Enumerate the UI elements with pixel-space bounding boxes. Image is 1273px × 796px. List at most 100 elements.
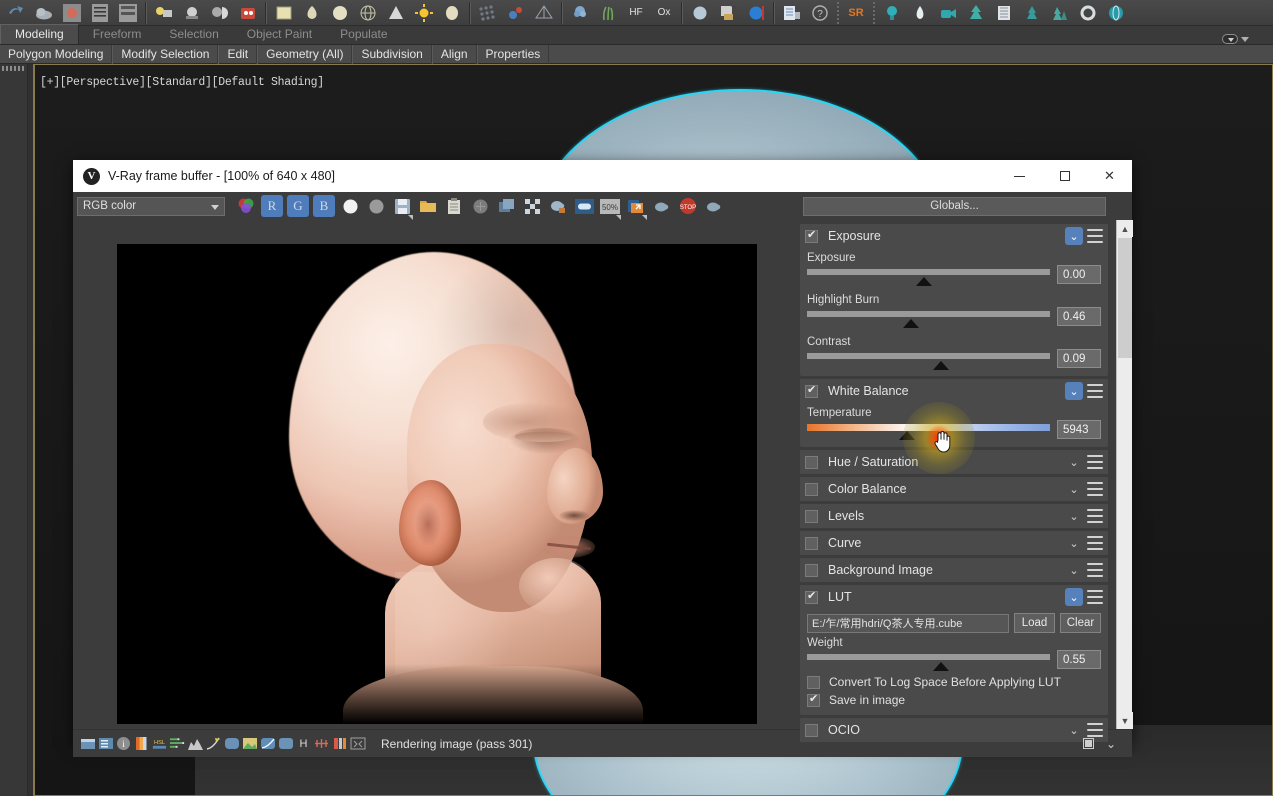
section-curve-header[interactable]: Curve ⌄ (800, 531, 1108, 555)
forest-icon[interactable] (1047, 1, 1073, 25)
grid-toggle-icon[interactable] (349, 735, 366, 752)
section-levels-checkbox[interactable] (805, 509, 818, 523)
section-hue-saturation-menu-icon[interactable] (1087, 455, 1103, 469)
ox-icon[interactable]: Ox (651, 1, 677, 25)
dome-light-icon[interactable] (439, 1, 465, 25)
section-background-image-header[interactable]: Background Image ⌄ (800, 558, 1108, 582)
building-icon[interactable] (991, 1, 1017, 25)
h-icon[interactable]: H (295, 735, 312, 752)
panel-toggle-icon[interactable] (1082, 738, 1094, 749)
undo-icon[interactable] (3, 1, 29, 25)
section-ocio-checkbox[interactable] (805, 723, 818, 737)
pixel-aspect-icon[interactable] (573, 195, 595, 217)
globe-icon[interactable] (1103, 1, 1129, 25)
list-icon[interactable] (87, 1, 113, 25)
ocio-icon[interactable] (277, 735, 294, 752)
sphere-icon[interactable] (327, 1, 353, 25)
projector-icon[interactable] (935, 1, 961, 25)
ribbon-tab-selection[interactable]: Selection (155, 25, 232, 44)
save-image-icon[interactable] (391, 195, 413, 220)
stop-render-icon[interactable]: STOP (677, 195, 699, 217)
section-white-balance-collapse-icon[interactable]: ⌄ (1065, 382, 1083, 400)
slider-temperature-track[interactable] (807, 424, 1050, 440)
slider-highlight-burn[interactable]: Highlight Burn 0.46 (807, 294, 1101, 328)
render-iterative-icon[interactable] (235, 1, 261, 25)
section-background-image-menu-icon[interactable] (1087, 563, 1103, 577)
subitem-polygon-modeling[interactable]: Polygon Modeling (0, 44, 113, 64)
section-curve-checkbox[interactable] (805, 536, 818, 550)
vfb-title-bar[interactable]: V V-Ray frame buffer - [100% of 640 x 48… (73, 160, 1132, 192)
sr-icon[interactable]: SR (843, 1, 869, 25)
lut-clear-button[interactable]: Clear (1060, 613, 1101, 633)
section-exposure-menu-icon[interactable] (1087, 229, 1103, 243)
red-channel-button[interactable]: R (261, 195, 283, 217)
clipboard-icon[interactable] (443, 195, 465, 217)
section-ocio[interactable]: OCIO ⌄ (800, 718, 1108, 742)
section-color-balance-header[interactable]: Color Balance ⌄ (800, 477, 1108, 501)
section-curve-expand-icon[interactable]: ⌄ (1065, 534, 1083, 552)
slider-temperature-thumb[interactable] (898, 431, 915, 440)
section-lut-menu-icon[interactable] (1087, 590, 1103, 604)
levels-icon[interactable] (169, 735, 186, 752)
rendered-image[interactable] (117, 244, 757, 724)
section-background-image-checkbox[interactable] (805, 563, 818, 577)
background-icon[interactable] (241, 735, 258, 752)
render-setup-icon[interactable] (151, 1, 177, 25)
close-button[interactable]: ✕ (1087, 160, 1132, 192)
scroll-up-arrow-icon[interactable]: ▲ (1117, 220, 1133, 237)
plane-icon[interactable] (271, 1, 297, 25)
lut-load-button[interactable]: Load (1014, 613, 1055, 633)
ribbon-options-dropdown[interactable] (1222, 34, 1249, 44)
teapot-continue-icon[interactable] (703, 195, 725, 217)
ribbon-tab-bar[interactable]: Modeling Freeform Selection Object Paint… (0, 24, 1273, 45)
section-hue-saturation-expand-icon[interactable]: ⌄ (1065, 453, 1083, 471)
window-controls[interactable]: ✕ (997, 160, 1132, 192)
lut-convert-log-row[interactable]: Convert To Log Space Before Applying LUT (807, 675, 1101, 689)
section-hue-saturation-checkbox[interactable] (805, 455, 818, 469)
section-exposure-checkbox[interactable] (805, 228, 818, 243)
lut-save-in-image-row[interactable]: Save in image (807, 692, 1101, 707)
slider-lut-weight-value[interactable]: 0.55 (1057, 650, 1101, 669)
section-white-balance-checkbox[interactable] (805, 383, 818, 398)
slider-exposure-track[interactable] (807, 269, 1050, 286)
section-curve-menu-icon[interactable] (1087, 536, 1103, 550)
color-channels-icon[interactable] (235, 195, 257, 217)
panel-scrollbar[interactable]: ▲ ▼ (1116, 220, 1133, 729)
section-ocio-header[interactable]: OCIO ⌄ (800, 718, 1108, 742)
section-white-balance[interactable]: White Balance ⌄ Temperature (800, 379, 1108, 474)
rail-grip-handle[interactable] (2, 66, 26, 71)
render-frame-icon[interactable] (179, 1, 205, 25)
hsl-icon[interactable]: HSL (151, 735, 168, 752)
slider-temperature[interactable]: Temperature 5943 (807, 402, 1101, 474)
section-hue-saturation[interactable]: Hue / Saturation ⌄ (800, 450, 1108, 474)
history-icon[interactable] (97, 735, 114, 752)
section-ocio-expand-icon[interactable]: ⌄ (1065, 721, 1083, 739)
render-image-area[interactable] (73, 220, 796, 729)
slider-lut-weight[interactable]: Weight 0.55 (807, 637, 1101, 671)
minimize-button[interactable] (997, 160, 1042, 192)
bars-icon[interactable] (331, 735, 348, 752)
info-icon[interactable]: i (115, 735, 132, 752)
lut-convert-log-checkbox[interactable] (807, 675, 820, 689)
section-background-image[interactable]: Background Image ⌄ (800, 558, 1108, 582)
section-lut-checkbox[interactable] (805, 589, 818, 604)
max-main-toolbar[interactable]: HF Ox ? SR (0, 0, 1273, 26)
subitem-modify-selection[interactable]: Modify Selection (112, 44, 219, 64)
channel-select-dropdown[interactable]: RGB color (77, 196, 225, 216)
slider-contrast-value[interactable]: 0.09 (1057, 349, 1101, 368)
section-lut-collapse-icon[interactable]: ⌄ (1065, 588, 1083, 606)
blue-channel-button[interactable]: B (313, 195, 335, 217)
sphere-gray-icon[interactable] (687, 1, 713, 25)
spreadsheet-icon[interactable] (779, 1, 805, 25)
maximize-button[interactable] (1042, 160, 1087, 192)
half-resolution-icon[interactable]: 50% (599, 195, 621, 220)
cone-icon[interactable] (383, 1, 409, 25)
slider-lut-weight-track[interactable] (807, 654, 1050, 671)
load-image-icon[interactable] (417, 195, 439, 217)
section-exposure-header[interactable]: Exposure ⌄ (800, 224, 1108, 248)
pine-icon[interactable] (1019, 1, 1045, 25)
histogram-icon[interactable] (187, 735, 204, 752)
lens-effects-icon[interactable] (223, 735, 240, 752)
section-lut[interactable]: LUT ⌄ E:/乍/常用hdri/Q茶人专用.cube Load Clear (800, 585, 1108, 715)
subitem-align[interactable]: Align (431, 44, 477, 64)
